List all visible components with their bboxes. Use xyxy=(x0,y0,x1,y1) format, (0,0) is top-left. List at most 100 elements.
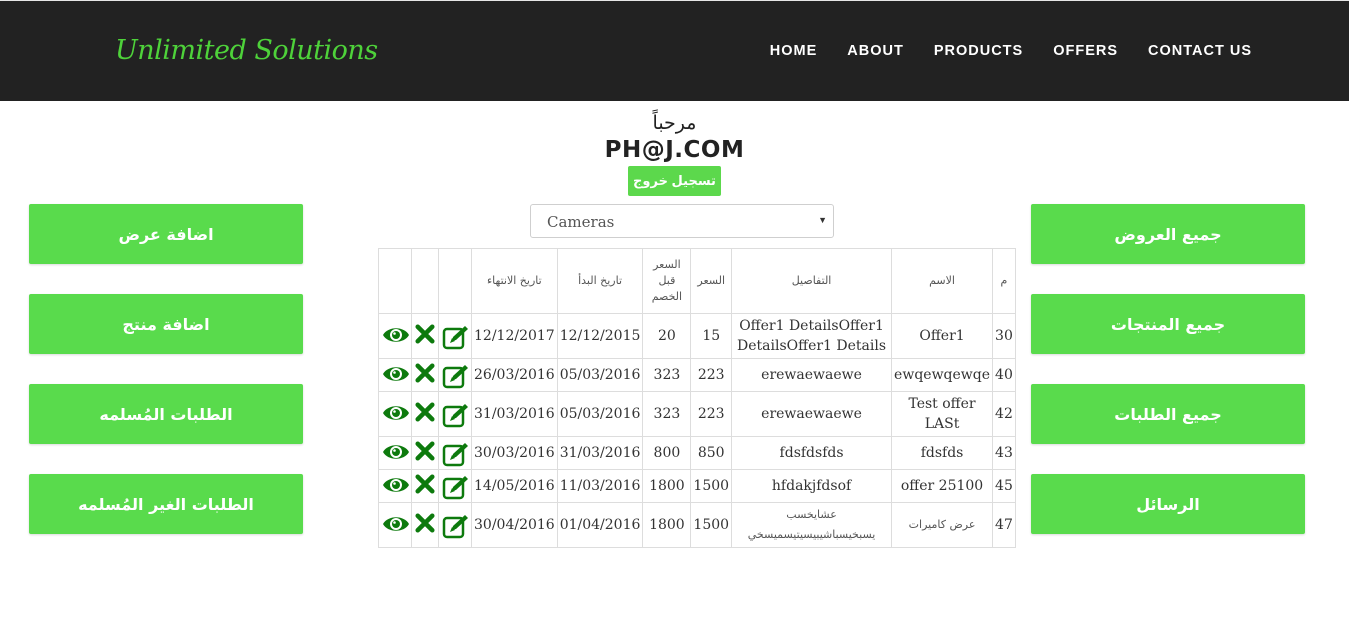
edit-icon[interactable] xyxy=(442,363,468,389)
eye-icon[interactable] xyxy=(382,441,409,465)
col-view xyxy=(378,248,412,314)
close-icon[interactable] xyxy=(415,474,435,498)
cell-name: offer 25100 xyxy=(891,469,994,503)
cell-details: Offer1 DetailsOffer1 DetailsOffer1 Detai… xyxy=(731,313,893,359)
cell-details: hfdakjfdsof xyxy=(731,469,893,503)
close-icon[interactable] xyxy=(415,363,435,387)
messages-button[interactable]: الرسائل xyxy=(1031,474,1305,534)
col-edit xyxy=(438,248,472,314)
eye-icon[interactable] xyxy=(382,363,409,387)
cell-num: 45 xyxy=(992,469,1016,503)
table-row: 14/05/2016 11/03/2016 1800 1500 hfdakjfdsof o… xyxy=(378,469,1016,503)
nav-contact[interactable]: CONTACT US xyxy=(1148,43,1252,59)
logout-button[interactable]: تسجيل خروج xyxy=(628,166,721,196)
col-details: التفاصيل xyxy=(731,248,893,314)
navbar: Unlimited Solutions HOME ABOUT PRODUCTS … xyxy=(0,0,1349,101)
close-icon[interactable] xyxy=(415,513,435,537)
cell-price: 850 xyxy=(690,436,733,470)
cell-details: erewaewaewe xyxy=(731,391,893,437)
cell-price: 223 xyxy=(690,391,733,437)
edit-icon[interactable] xyxy=(442,324,468,350)
cell-name: عرض كاميرات xyxy=(891,502,994,548)
table-row: 26/03/2016 05/03/2016 323 223 erewaewaewe ewq… xyxy=(378,358,1016,392)
cell-start-date: 01/04/2016 xyxy=(556,502,644,548)
delete-cell xyxy=(411,436,439,470)
cell-end-date: 14/05/2016 xyxy=(471,469,558,503)
close-icon[interactable] xyxy=(415,402,435,426)
cell-num: 40 xyxy=(992,358,1016,392)
cell-num: 42 xyxy=(992,391,1016,437)
cell-end-date: 12/12/2017 xyxy=(471,313,558,359)
nav-offers[interactable]: OFFERS xyxy=(1053,43,1118,59)
edit-icon[interactable] xyxy=(442,402,468,428)
cell-name: fdsfds xyxy=(891,436,994,470)
close-icon[interactable] xyxy=(415,441,435,465)
eye-icon[interactable] xyxy=(382,513,409,537)
cell-num: 47 xyxy=(992,502,1016,548)
col-name: الاسم xyxy=(891,248,994,314)
cell-price-before: 323 xyxy=(642,391,692,437)
cell-num: 30 xyxy=(992,313,1016,359)
col-end-date: تاريخ الانتهاء xyxy=(471,248,558,314)
cell-start-date: 05/03/2016 xyxy=(556,391,644,437)
edit-cell xyxy=(438,469,472,503)
add-product-button[interactable]: اضافة منتج xyxy=(29,294,303,354)
undelivered-orders-button[interactable]: الطلبات الغير المُسلمه xyxy=(29,474,303,534)
welcome-block: مرحباً PH@J.COM تسجيل خروج xyxy=(0,110,1349,196)
close-icon[interactable] xyxy=(415,324,435,348)
cell-name: ewqewqewqe xyxy=(891,358,994,392)
all-offers-button[interactable]: جميع العروض xyxy=(1031,204,1305,264)
all-products-button[interactable]: جميع المنتجات xyxy=(1031,294,1305,354)
nav-about[interactable]: ABOUT xyxy=(847,43,904,59)
welcome-greeting: مرحباً xyxy=(652,112,697,134)
cell-details: fdsfdsfds xyxy=(731,436,893,470)
cell-end-date: 30/04/2016 xyxy=(471,502,558,548)
table-row: 12/12/2017 12/12/2015 20 15 Offer1 DetailsOf… xyxy=(378,313,1016,359)
nav-home[interactable]: HOME xyxy=(770,43,818,59)
edit-icon[interactable] xyxy=(442,513,468,539)
cell-name: Test offer LASt xyxy=(891,391,994,437)
cell-start-date: 11/03/2016 xyxy=(556,469,644,503)
edit-cell xyxy=(438,313,472,359)
cell-price-before: 800 xyxy=(642,436,692,470)
edit-icon[interactable] xyxy=(442,441,468,467)
edit-icon[interactable] xyxy=(442,474,468,500)
view-cell xyxy=(378,313,412,359)
view-cell xyxy=(378,436,412,470)
delete-cell xyxy=(411,391,439,437)
delivered-orders-button[interactable]: الطلبات المُسلمه xyxy=(29,384,303,444)
all-orders-button[interactable]: جميع الطلبات xyxy=(1031,384,1305,444)
table-header-row: تاريخ الانتهاء تاريخ البدأ السعر قبل الخ… xyxy=(378,248,1016,314)
edit-cell xyxy=(438,358,472,392)
cell-price-before: 1800 xyxy=(642,469,692,503)
col-price-before: السعر قبل الخصم xyxy=(642,248,692,314)
cell-price-before: 20 xyxy=(642,313,692,359)
brand-logo[interactable]: Unlimited Solutions xyxy=(115,35,378,66)
view-cell xyxy=(378,502,412,548)
main-nav: HOME ABOUT PRODUCTS OFFERS CONTACT US xyxy=(740,43,1252,59)
nav-products[interactable]: PRODUCTS xyxy=(934,43,1023,59)
add-offer-button[interactable]: اضافة عرض xyxy=(29,204,303,264)
cell-price: 223 xyxy=(690,358,733,392)
cell-name: Offer1 xyxy=(891,313,994,359)
chevron-down-icon: ▼ xyxy=(818,215,827,225)
col-price: السعر xyxy=(690,248,733,314)
cell-details: عشايخسب يسبخيسباشيبيسيتيسميسخي xyxy=(731,502,893,548)
cell-price: 1500 xyxy=(690,502,733,548)
cell-price: 1500 xyxy=(690,469,733,503)
category-select[interactable]: Cameras ▼ xyxy=(530,204,834,238)
delete-cell xyxy=(411,313,439,359)
view-cell xyxy=(378,469,412,503)
offers-table: تاريخ الانتهاء تاريخ البدأ السعر قبل الخ… xyxy=(378,248,1016,548)
cell-end-date: 26/03/2016 xyxy=(471,358,558,392)
category-select-value: Cameras xyxy=(547,213,615,231)
col-start-date: تاريخ البدأ xyxy=(556,248,644,314)
delete-cell xyxy=(411,469,439,503)
cell-end-date: 30/03/2016 xyxy=(471,436,558,470)
cell-price-before: 1800 xyxy=(642,502,692,548)
eye-icon[interactable] xyxy=(382,324,409,348)
eye-icon[interactable] xyxy=(382,402,409,426)
view-cell xyxy=(378,358,412,392)
eye-icon[interactable] xyxy=(382,474,409,498)
cell-details: erewaewaewe xyxy=(731,358,893,392)
